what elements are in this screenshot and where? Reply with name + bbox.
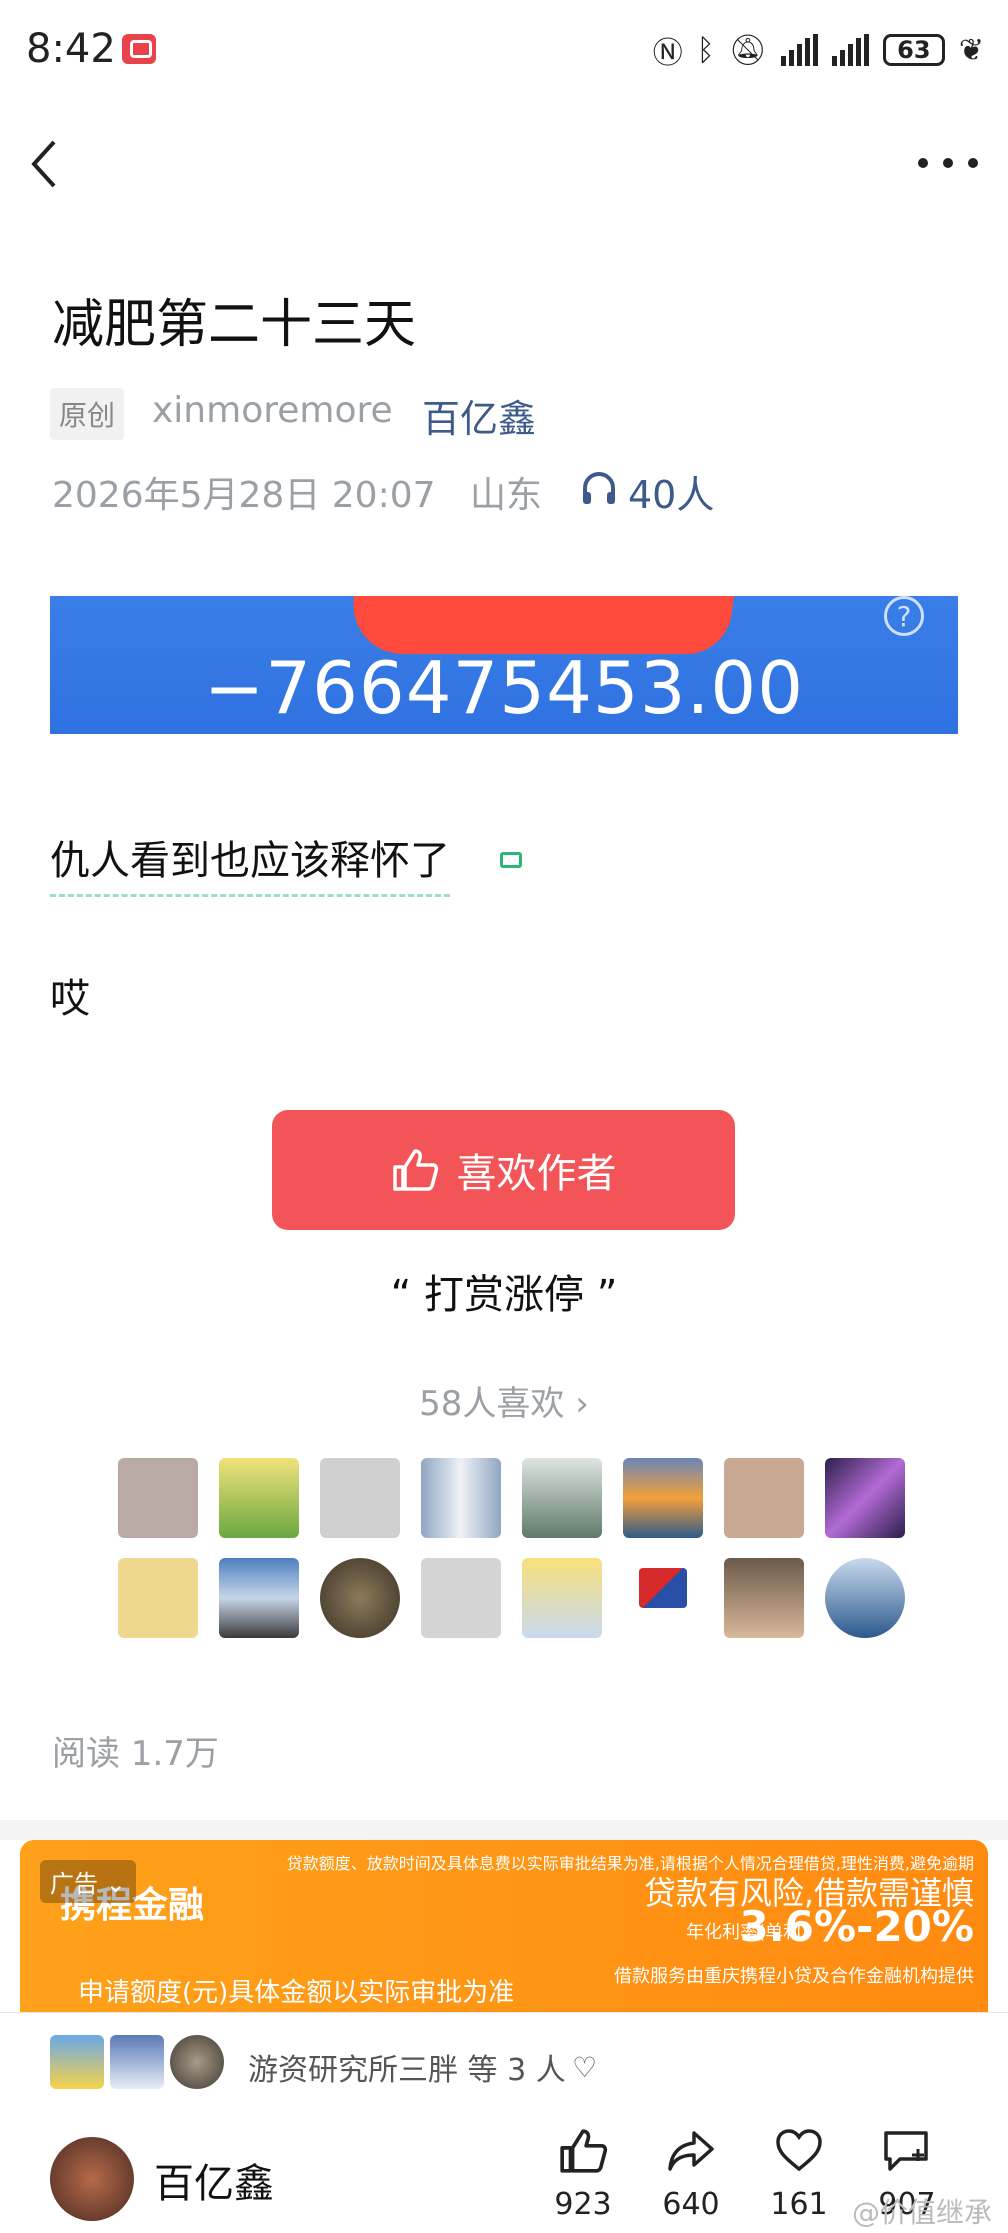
notification-app-icon [122,34,156,64]
avatar[interactable] [219,1458,299,1538]
share-count: 640 [662,2187,720,2222]
liker-summary[interactable]: 游资研究所三胖 等 3 人 [248,2045,566,2089]
ad-tag[interactable]: 广告 ⌄ [40,1860,136,1903]
help-icon: ? [884,596,924,636]
avatar[interactable] [724,1458,804,1538]
share-button[interactable]: 640 [646,2127,736,2222]
status-icons: Ⓝ ᛒ 🔕︎ 63 ❦ [653,28,984,72]
post-date: 2026年5月28日 20:07 [52,475,436,516]
comment-icon [884,2131,928,2171]
liker-avatar-grid [118,1458,905,1638]
balance-amount: −766475453.00 [203,646,805,730]
author-name[interactable]: 百亿鑫 [154,2151,274,2209]
avatar[interactable] [421,1458,501,1538]
like-button[interactable]: 923 [538,2127,628,2222]
post-region: 山东 [470,475,543,516]
thumbs-up-icon [560,2129,608,2173]
battery-level: 63 [897,36,931,64]
battery-icon: 63 [882,34,945,66]
balance-screenshot: ? −766475453.00 [50,596,958,734]
avatar[interactable] [825,1558,905,1638]
ad-banner[interactable]: 携程金融 广告 ⌄ 贷款额度、放款时间及具体息费以实际审批结果为准,请根据个人情… [20,1840,988,2012]
heart-icon: ♡ [572,2051,598,2084]
avatar [50,2035,104,2089]
post-body-line[interactable]: 仇人看到也应该释怀了 [50,828,450,897]
like-author-label: 喜欢作者 [456,1151,617,1197]
section-divider [0,1820,1008,1840]
ad-rate: 3.6%-20% [739,1902,974,1951]
thumbs-up-icon [391,1147,439,1193]
mute-icon: 🔕︎ [728,32,767,68]
read-count: 阅读 1.7万 [52,1734,219,1774]
like-count: 923 [554,2187,612,2222]
original-badge: 原创 [50,388,124,440]
avatar[interactable] [320,1458,400,1538]
avatar[interactable] [623,1458,703,1538]
avatar[interactable] [219,1558,299,1638]
signal-icon [831,34,869,66]
post-body-line: 哎 [50,976,90,1022]
likes-count-link[interactable]: 58人喜欢 › [0,1376,1008,1425]
watermark: @价值继承 [851,2196,992,2229]
bluetooth-icon: ᛒ [696,32,715,68]
leaf-icon: ❦ [958,32,984,68]
ad-apply-text: 申请额度(元)具体金额以实际审批为准 [78,1978,515,2008]
back-icon[interactable] [26,136,66,192]
author-handle[interactable]: xinmoremore [152,390,393,431]
avatar[interactable] [118,1458,198,1538]
avatar[interactable] [522,1458,602,1538]
avatar[interactable] [118,1558,198,1638]
avatar[interactable] [623,1558,703,1638]
share-icon [668,2131,714,2171]
heart-icon [776,2129,822,2172]
avatar [170,2035,224,2089]
like-author-button[interactable]: 喜欢作者 [272,1110,735,1230]
ad-provider: 借款服务由重庆携程小贷及合作金融机构提供 [614,1966,974,1987]
headset-icon[interactable] [580,470,618,508]
recent-liker-avatars[interactable] [50,2035,224,2089]
avatar[interactable] [825,1458,905,1538]
post-title: 减肥第二十三天 [52,295,417,355]
listener-count[interactable]: 40人 [628,464,714,519]
author-name-link[interactable]: 百亿鑫 [422,388,536,443]
comment-icon[interactable] [500,852,522,868]
avatar[interactable] [320,1558,400,1638]
nfc-icon: Ⓝ [652,36,683,71]
avatar[interactable] [522,1558,602,1638]
avatar[interactable] [421,1558,501,1638]
favorite-count: 161 [770,2187,828,2222]
favorite-button[interactable]: 161 [754,2127,844,2222]
avatar [110,2035,164,2089]
more-icon[interactable] [918,148,978,178]
author-avatar[interactable] [50,2137,134,2221]
bottom-bar: 游资研究所三胖 等 3 人 ♡ 百亿鑫 923 640 161 907 @价值继… [0,2012,1008,2233]
reward-text: “ 打赏涨停 ” [390,1272,618,1318]
status-time: 8:42 [26,26,116,72]
signal-icon [780,34,818,66]
avatar[interactable] [724,1558,804,1638]
